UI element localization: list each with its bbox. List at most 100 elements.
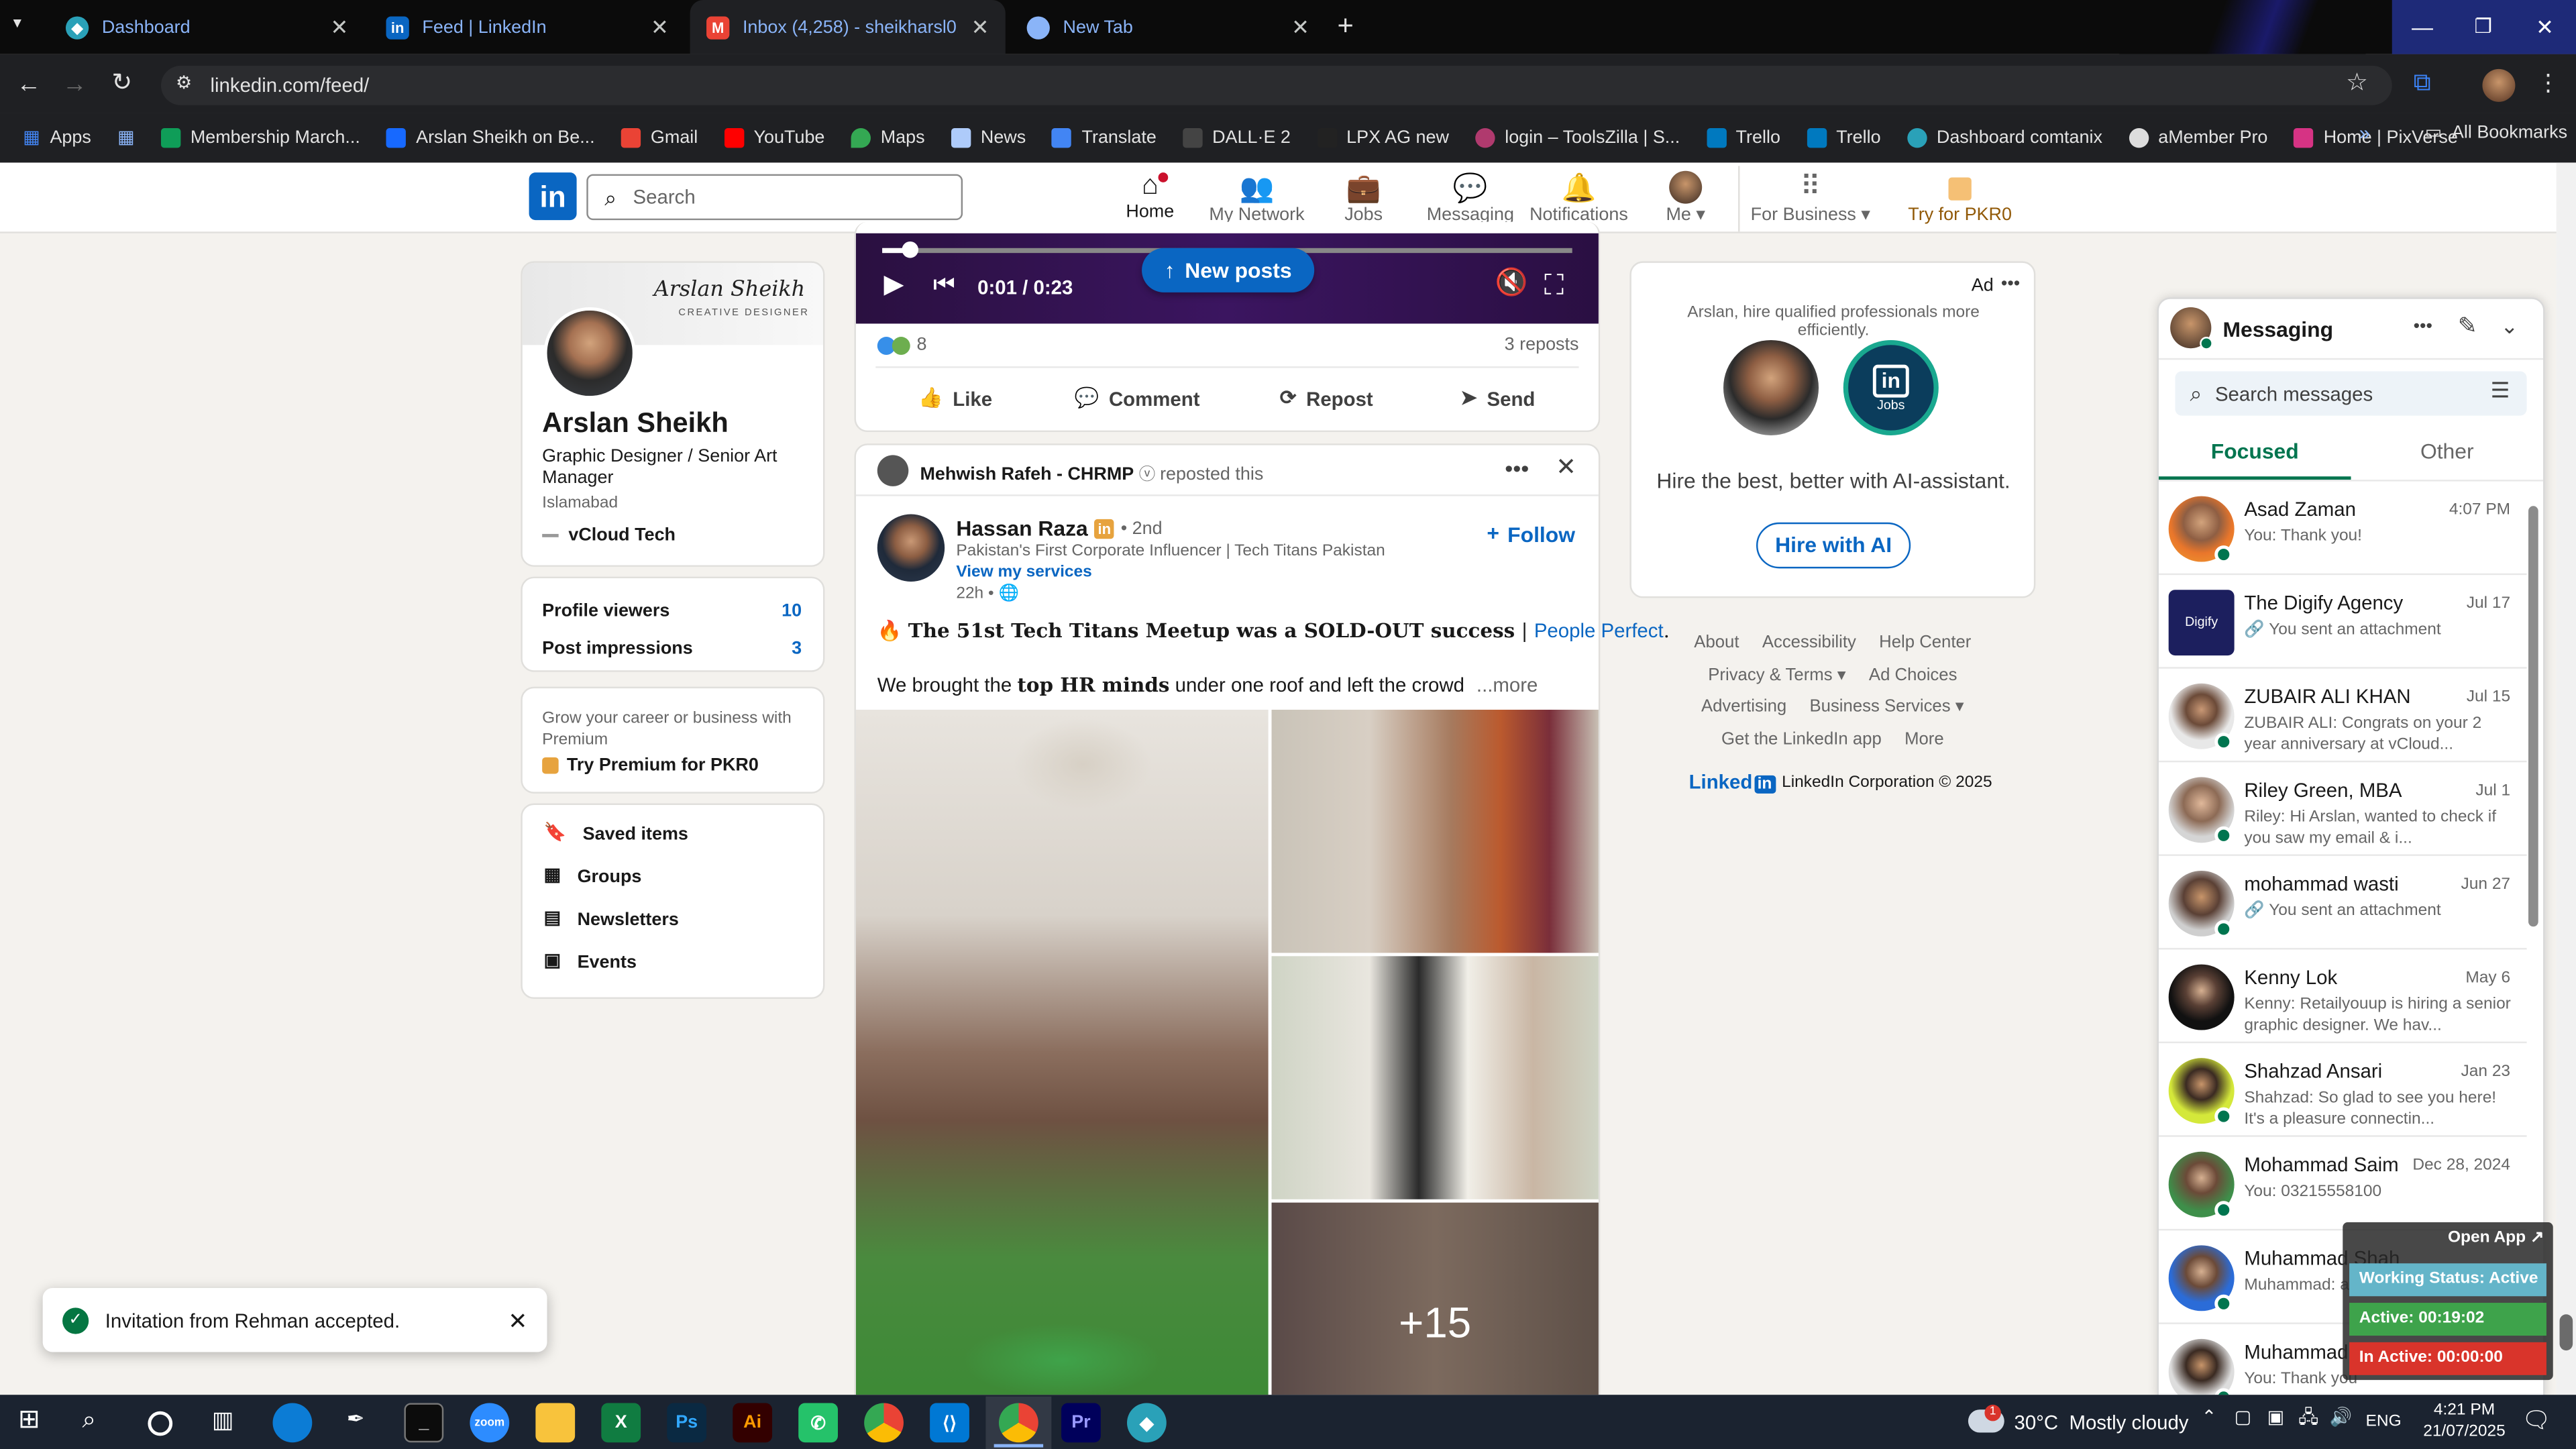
restore-icon[interactable]: ❐ bbox=[2453, 0, 2514, 54]
newsletters-link[interactable]: ▤ Newsletters bbox=[544, 910, 679, 930]
close-tab-icon[interactable]: ✕ bbox=[651, 14, 669, 40]
forward-icon[interactable]: → bbox=[62, 72, 87, 97]
reload-icon[interactable]: ↻ bbox=[112, 70, 133, 95]
bookmark-trello-1[interactable]: Trello bbox=[1706, 128, 1780, 148]
see-more-link[interactable]: ...more bbox=[1477, 674, 1538, 696]
bookmark-membership[interactable]: Membership March... bbox=[160, 128, 360, 148]
conversation-item[interactable]: Riley Green, MBA Jul 1 Riley: Hi Arslan,… bbox=[2158, 762, 2527, 856]
search-input[interactable]: ⌕ Search bbox=[586, 174, 963, 221]
messaging-scrollbar[interactable] bbox=[2528, 506, 2538, 927]
profile-avatar-icon[interactable] bbox=[2482, 68, 2516, 102]
page-scrollbar-thumb[interactable] bbox=[2559, 1314, 2573, 1351]
bookmark-toolszilla[interactable]: login – ToolsZilla | S... bbox=[1475, 128, 1680, 148]
footer-link[interactable]: About bbox=[1694, 633, 1739, 652]
bookmark-news[interactable]: News bbox=[951, 128, 1026, 148]
reposter-name[interactable]: Mehwish Rafeh - CHRMP bbox=[920, 465, 1134, 484]
skip-back-icon[interactable]: ⏮ bbox=[933, 273, 955, 298]
excel-icon[interactable]: X bbox=[601, 1403, 641, 1443]
footer-dropdown[interactable]: Privacy & Terms ▾ bbox=[1708, 665, 1845, 684]
bookmark-behance[interactable]: Arslan Sheikh on Be... bbox=[386, 128, 595, 148]
address-bar[interactable]: linkedin.com/feed/ bbox=[161, 65, 2392, 105]
footer-dropdown[interactable]: Business Services ▾ bbox=[1809, 696, 1964, 716]
play-icon[interactable]: ▶ bbox=[884, 272, 904, 299]
post-photo-middle-right[interactable] bbox=[1271, 956, 1599, 1199]
tab-other[interactable]: Other bbox=[2351, 439, 2544, 464]
profile-viewers-row[interactable]: Profile viewers 10 bbox=[542, 601, 802, 621]
more-options-icon[interactable]: ••• bbox=[1505, 457, 1529, 480]
conversation-item[interactable]: mohammad wasti Jun 27 🔗 You sent an atta… bbox=[2158, 856, 2527, 950]
bookmark-gmail[interactable]: Gmail bbox=[621, 128, 698, 148]
vscode-icon[interactable]: ⟨⟩ bbox=[930, 1403, 969, 1443]
phone-link-icon[interactable]: ✆ bbox=[798, 1403, 838, 1443]
ad-more-icon[interactable]: ••• bbox=[2001, 275, 2020, 294]
tab-focused[interactable]: Focused bbox=[2159, 439, 2351, 464]
close-toast-icon[interactable]: ✕ bbox=[508, 1309, 527, 1332]
zoom-icon[interactable]: zoom bbox=[470, 1403, 510, 1443]
volume-icon[interactable]: 🔊 bbox=[2330, 1409, 2353, 1428]
illustrator-icon[interactable]: Ai bbox=[733, 1403, 773, 1443]
back-icon[interactable]: ← bbox=[16, 72, 41, 97]
video-progress-thumb[interactable] bbox=[902, 241, 918, 258]
file-explorer-icon[interactable] bbox=[535, 1403, 576, 1443]
tab-dashboard[interactable]: ◆ Dashboard ✕ bbox=[49, 0, 364, 54]
repost-button[interactable]: ⟳ Repost bbox=[1280, 388, 1373, 411]
cortana-icon[interactable] bbox=[148, 1411, 173, 1436]
photoshop-icon[interactable]: Ps bbox=[667, 1403, 707, 1443]
close-tab-icon[interactable]: ✕ bbox=[330, 14, 348, 40]
bookmark-youtube[interactable]: YouTube bbox=[724, 128, 824, 148]
post-photo-top-right[interactable] bbox=[1271, 709, 1599, 953]
bookmark-star-icon[interactable]: ☆ bbox=[2346, 70, 2368, 95]
monitor-icon[interactable]: ▣ bbox=[2267, 1409, 2284, 1428]
site-info-icon[interactable]: ⚙ bbox=[176, 74, 192, 94]
follow-button[interactable]: + Follow bbox=[1487, 523, 1575, 547]
nav-for-business[interactable]: ⠿ For Business ▾ bbox=[1748, 166, 1873, 231]
new-tab-plus-icon[interactable]: + bbox=[1337, 11, 1353, 40]
groups-link[interactable]: ▦ Groups bbox=[544, 867, 642, 888]
saved-items-link[interactable]: 🔖 Saved items bbox=[544, 824, 688, 845]
new-posts-button[interactable]: ↑ New posts bbox=[1142, 248, 1315, 292]
language-indicator[interactable]: ENG bbox=[2366, 1413, 2402, 1431]
hire-with-ai-button[interactable]: Hire with AI bbox=[1756, 522, 1911, 569]
extensions-icon[interactable]: ⧉ bbox=[2414, 70, 2431, 95]
pen-icon[interactable]: ✒ bbox=[347, 1408, 365, 1430]
reposter-avatar[interactable] bbox=[877, 455, 909, 486]
all-bookmarks[interactable]: ▭ All Bookmarks bbox=[2425, 123, 2567, 143]
collapse-chevron-icon[interactable]: ⌄ bbox=[2500, 315, 2518, 337]
dismiss-post-icon[interactable]: ✕ bbox=[1556, 455, 1576, 480]
close-tab-icon[interactable]: ✕ bbox=[971, 14, 989, 40]
try-premium-link[interactable]: Try Premium for PKR0 bbox=[542, 756, 759, 775]
reactions-count[interactable]: 8 bbox=[877, 335, 927, 355]
clock[interactable]: 4:21 PM 21/07/2025 bbox=[2415, 1400, 2514, 1443]
conversation-item[interactable]: Shahzad Ansari Jan 23 Shahzad: So glad t… bbox=[2158, 1043, 2527, 1137]
chrome-active-icon[interactable] bbox=[998, 1403, 1038, 1443]
fullscreen-icon[interactable]: ⛶ bbox=[1544, 271, 1564, 299]
search-messages-input[interactable]: ⌕ Search messages bbox=[2175, 371, 2527, 416]
footer-link[interactable]: Advertising bbox=[1701, 696, 1786, 716]
profile-avatar[interactable] bbox=[543, 307, 636, 400]
reposts-count[interactable]: 3 reposts bbox=[1479, 335, 1579, 355]
close-tab-icon[interactable]: ✕ bbox=[1291, 14, 1309, 40]
terminal-icon[interactable]: _ bbox=[404, 1403, 444, 1443]
notification-center-icon[interactable]: 🗨 bbox=[2522, 1408, 2551, 1431]
comtanix-app-icon[interactable]: ◆ bbox=[1127, 1403, 1167, 1443]
footer-link[interactable]: More bbox=[1904, 729, 1944, 748]
post-impressions-row[interactable]: Post impressions 3 bbox=[542, 639, 802, 659]
bookmarks-overflow-icon[interactable]: » bbox=[2359, 123, 2370, 143]
post-photo-main[interactable] bbox=[855, 709, 1269, 1395]
task-view-icon[interactable]: ▥ bbox=[212, 1408, 233, 1431]
bookmark-grid[interactable]: ▦ bbox=[117, 128, 134, 147]
bookmark-trello-2[interactable]: Trello bbox=[1807, 128, 1881, 148]
view-services-link[interactable]: View my services bbox=[956, 564, 1091, 582]
conversation-item[interactable]: Asad Zaman 4:07 PM You: Thank you! bbox=[2158, 482, 2527, 576]
minimize-icon[interactable]: — bbox=[2392, 0, 2453, 54]
tab-linkedin-feed[interactable]: in Feed | LinkedIn ✕ bbox=[370, 0, 685, 54]
edge-icon[interactable] bbox=[272, 1403, 313, 1443]
linkedin-logo-icon[interactable]: in bbox=[529, 172, 577, 221]
footer-link[interactable]: Accessibility bbox=[1762, 633, 1856, 652]
browser-menu-icon[interactable]: ⋮ bbox=[2536, 70, 2559, 93]
weather-text[interactable]: 30°C Mostly cloudy bbox=[2014, 1411, 2188, 1434]
conversation-item[interactable]: Kenny Lok May 6 Kenny: Retailyouup is hi… bbox=[2158, 950, 2527, 1044]
like-button[interactable]: 👍 Like bbox=[918, 388, 992, 411]
more-photos-count[interactable]: +15 bbox=[1272, 1298, 1599, 1349]
close-window-icon[interactable]: ✕ bbox=[2514, 0, 2576, 54]
